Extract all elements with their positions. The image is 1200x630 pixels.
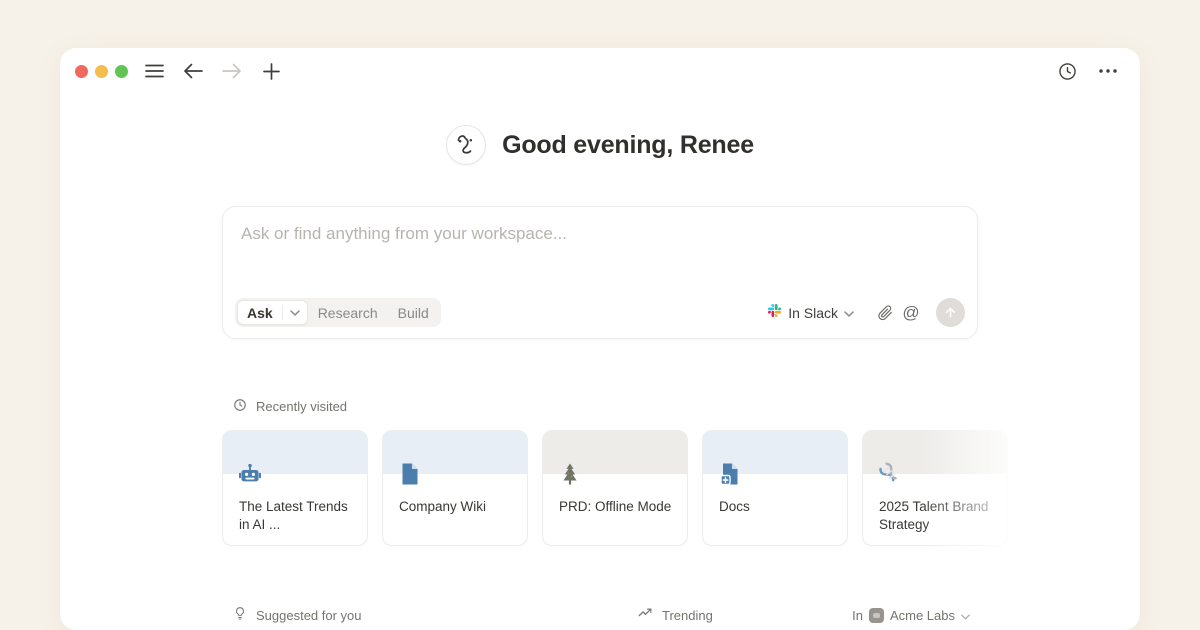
lightbulb-icon — [233, 606, 247, 624]
page-title: Good evening, Renee — [502, 131, 754, 160]
more-options-icon[interactable] — [1095, 58, 1121, 84]
forward-icon[interactable] — [219, 58, 245, 84]
clock-icon — [233, 398, 247, 415]
workspace-name: Acme Labs — [890, 608, 955, 623]
minimize-window-button[interactable] — [95, 65, 108, 78]
section-title: Suggested for you — [256, 608, 362, 623]
mention-icon[interactable]: @ — [898, 300, 924, 326]
app-window: Good evening, Renee Ask or find anything… — [60, 48, 1140, 630]
ask-composer: Ask or find anything from your workspace… — [222, 206, 978, 339]
card-title: Company Wiki — [399, 498, 517, 516]
trending-up-icon — [638, 606, 653, 624]
greeting: Good evening, Renee — [60, 125, 1140, 165]
send-button[interactable] — [936, 298, 965, 327]
chevron-down-icon — [961, 608, 970, 623]
scope-selector[interactable]: In Slack — [767, 303, 854, 323]
page-icon — [398, 462, 422, 486]
new-tab-icon[interactable] — [258, 58, 284, 84]
card-title: 2025 Talent Brand Strategy — [879, 498, 997, 534]
section-title: Recently visited — [256, 399, 347, 414]
close-window-button[interactable] — [75, 65, 88, 78]
mode-build[interactable]: Build — [388, 305, 439, 321]
workspace-avatar — [869, 608, 884, 623]
mode-switcher: Ask Research Build — [235, 298, 441, 327]
card-docs[interactable]: Docs — [702, 430, 848, 546]
workspace-prefix: In — [852, 608, 863, 623]
scope-label: In Slack — [788, 305, 838, 321]
back-icon[interactable] — [180, 58, 206, 84]
robot-icon — [238, 462, 262, 486]
tree-icon — [558, 462, 582, 486]
card-latest-trends-in-ai[interactable]: The Latest Trends in AI ... — [222, 430, 368, 546]
card-prd-offline-mode[interactable]: PRD: Offline Mode — [542, 430, 688, 546]
card-2025-talent-brand-strategy[interactable]: 2025 Talent Brand Strategy — [862, 430, 1008, 546]
mode-research[interactable]: Research — [308, 305, 388, 321]
workspace-selector[interactable]: In Acme Labs — [852, 608, 970, 623]
card-title: Docs — [719, 498, 837, 516]
card-company-wiki[interactable]: Company Wiki — [382, 430, 528, 546]
maximize-window-button[interactable] — [115, 65, 128, 78]
mode-ask[interactable]: Ask — [237, 300, 308, 325]
card-title: The Latest Trends in AI ... — [239, 498, 357, 534]
recently-visited-cards: The Latest Trends in AI ... Company Wiki — [222, 430, 1008, 546]
titlebar — [60, 48, 1140, 94]
dna-icon — [878, 462, 902, 486]
menu-icon[interactable] — [141, 58, 167, 84]
trending-header: Trending — [662, 608, 713, 623]
footer-sections: Suggested for you Trending In Acme Labs — [233, 604, 970, 626]
chevron-down-icon — [844, 304, 854, 322]
slack-icon — [767, 303, 782, 323]
history-icon[interactable] — [1054, 58, 1080, 84]
suggested-header: Suggested for you — [233, 606, 638, 624]
traffic-lights — [75, 65, 128, 78]
page-plus-icon — [718, 462, 742, 486]
attachment-icon[interactable] — [872, 300, 898, 326]
ask-input[interactable]: Ask or find anything from your workspace… — [223, 207, 977, 261]
ai-face-icon — [446, 125, 486, 165]
recently-visited-header: Recently visited — [233, 398, 347, 415]
chevron-down-icon[interactable] — [283, 310, 307, 316]
card-title: PRD: Offline Mode — [559, 498, 677, 516]
